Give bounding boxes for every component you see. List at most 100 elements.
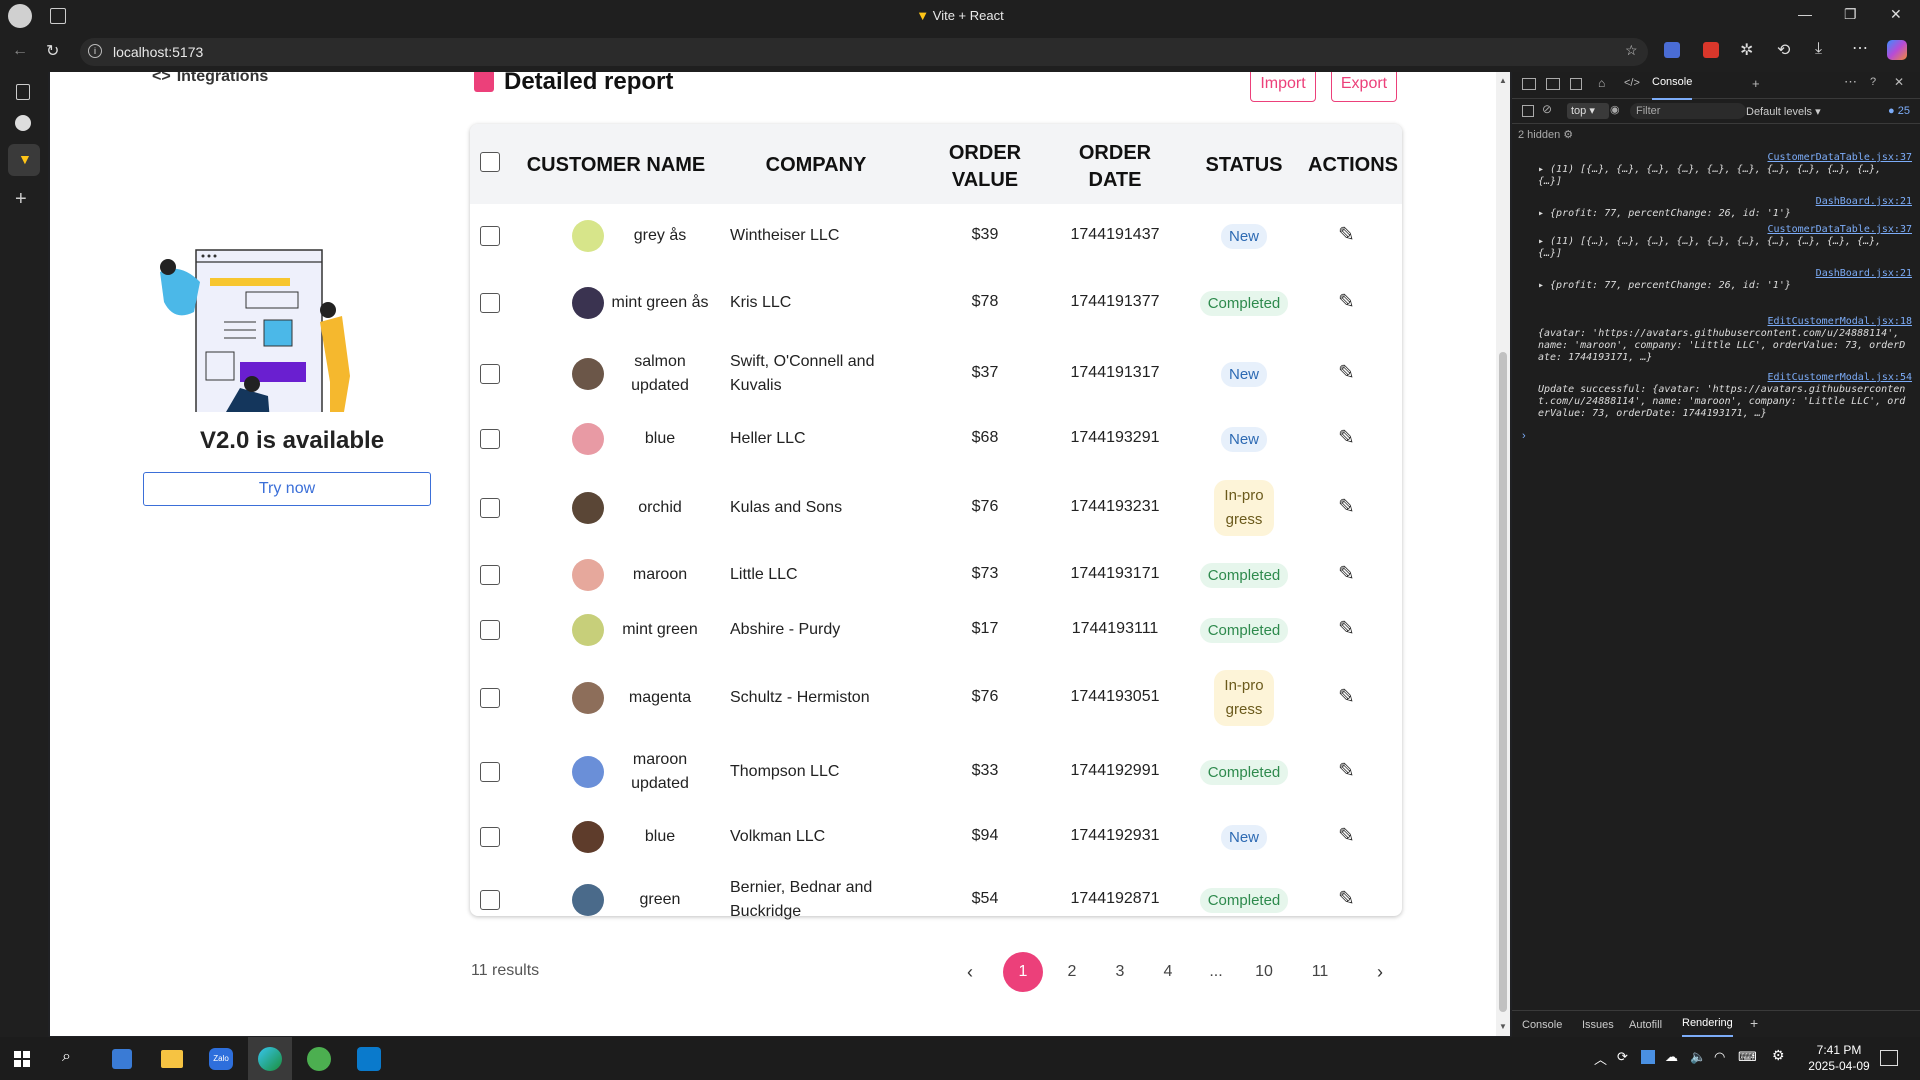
col-order-value[interactable]: ORDER VALUE bbox=[920, 140, 1050, 194]
import-button[interactable]: Import bbox=[1250, 72, 1316, 102]
edge-taskbar-item[interactable] bbox=[248, 1037, 292, 1080]
try-now-button[interactable]: Try now bbox=[143, 472, 431, 506]
log-source-link[interactable]: DashBoard.jsx:21 bbox=[1816, 268, 1912, 279]
clear-console-icon[interactable]: ⊘ bbox=[1542, 102, 1552, 116]
reload-icon[interactable]: ↻ bbox=[46, 41, 59, 61]
site-info-icon[interactable]: i bbox=[88, 44, 102, 58]
page-button[interactable]: 10 bbox=[1244, 952, 1284, 992]
help-icon[interactable]: ? bbox=[1870, 76, 1876, 88]
start-icon[interactable] bbox=[14, 1051, 30, 1067]
page-button[interactable]: 11 bbox=[1300, 952, 1340, 992]
row-checkbox[interactable] bbox=[480, 827, 500, 847]
back-icon[interactable]: ← bbox=[12, 42, 28, 60]
col-order-date[interactable]: ORDER DATE bbox=[1050, 140, 1180, 194]
log-message[interactable]: ▸ {profit: 77, percentChange: 26, id: '1… bbox=[1538, 208, 1908, 220]
tray-chevron-icon[interactable]: ︿ bbox=[1594, 1049, 1607, 1068]
select-all-checkbox[interactable] bbox=[480, 152, 500, 172]
row-checkbox[interactable] bbox=[480, 762, 500, 782]
issues-count-badge[interactable]: ● 25 bbox=[1888, 105, 1910, 117]
wifi-icon[interactable]: ◠ bbox=[1714, 1049, 1725, 1065]
app-green-icon[interactable] bbox=[307, 1047, 331, 1071]
clock[interactable]: 7:41 PM 2025-04-09 bbox=[1800, 1042, 1878, 1074]
edit-pencil-icon[interactable]: ✎ bbox=[1338, 616, 1355, 641]
log-source-link[interactable]: DashBoard.jsx:21 bbox=[1816, 196, 1912, 207]
page-button[interactable]: 1 bbox=[1003, 952, 1043, 992]
add-icon[interactable]: + bbox=[15, 188, 27, 211]
drawer-add-icon[interactable]: + bbox=[1750, 1015, 1758, 1031]
edit-pencil-icon[interactable]: ✎ bbox=[1338, 684, 1355, 709]
sidebar-toggle-icon[interactable] bbox=[1522, 105, 1534, 117]
scroll-down-icon[interactable]: ▼ bbox=[1499, 1022, 1507, 1031]
log-levels-select[interactable]: Default levels ▾ bbox=[1746, 105, 1821, 118]
tray-app-icon[interactable] bbox=[1641, 1050, 1655, 1064]
context-select[interactable]: top ▾ bbox=[1567, 103, 1609, 119]
row-checkbox[interactable] bbox=[480, 498, 500, 518]
edit-pencil-icon[interactable]: ✎ bbox=[1338, 561, 1355, 586]
edit-pencil-icon[interactable]: ✎ bbox=[1338, 289, 1355, 314]
dock-icon[interactable] bbox=[1570, 78, 1582, 90]
extensions-icon[interactable]: ✲ bbox=[1740, 40, 1753, 60]
col-actions[interactable]: ACTIONS bbox=[1298, 154, 1408, 177]
collections-icon[interactable] bbox=[16, 84, 30, 100]
row-checkbox[interactable] bbox=[480, 226, 500, 246]
more-menu-icon[interactable]: ⋯ bbox=[1852, 38, 1868, 58]
restore-icon[interactable]: ❐ bbox=[1844, 6, 1857, 23]
bookmark-star-icon[interactable]: ☆ bbox=[1625, 42, 1638, 59]
sidebar-app-vite[interactable]: ▼ bbox=[8, 144, 40, 176]
page-button[interactable]: 4 bbox=[1148, 952, 1188, 992]
row-checkbox[interactable] bbox=[480, 565, 500, 585]
file-explorer-icon[interactable] bbox=[161, 1050, 183, 1068]
volume-icon[interactable]: 🔈 bbox=[1690, 1049, 1706, 1065]
page-scrollbar[interactable]: ▲ ▼ bbox=[1496, 72, 1510, 1036]
elements-home-icon[interactable]: ⌂ bbox=[1598, 76, 1605, 90]
edit-pencil-icon[interactable]: ✎ bbox=[1338, 758, 1355, 783]
devtools-more-icon[interactable]: ⋯ bbox=[1844, 74, 1857, 90]
log-message[interactable]: ▸ {profit: 77, percentChange: 26, id: '1… bbox=[1538, 280, 1908, 292]
log-message[interactable]: Update successful: {avatar: 'https://ava… bbox=[1538, 384, 1908, 420]
page-button[interactable]: 3 bbox=[1100, 952, 1140, 992]
add-tab-icon[interactable]: + bbox=[1752, 76, 1760, 91]
edit-pencil-icon[interactable]: ✎ bbox=[1338, 222, 1355, 247]
row-checkbox[interactable] bbox=[480, 688, 500, 708]
store-icon[interactable] bbox=[112, 1049, 132, 1069]
minimize-icon[interactable]: — bbox=[1798, 6, 1812, 22]
github-icon[interactable] bbox=[15, 115, 31, 131]
col-status[interactable]: STATUS bbox=[1182, 154, 1306, 177]
extension-translate-icon[interactable] bbox=[1664, 42, 1680, 58]
log-message[interactable]: ▸ (11) [{…}, {…}, {…}, {…}, {…}, {…}, {…… bbox=[1538, 164, 1908, 188]
address-input[interactable]: i localhost:5173 ☆ bbox=[80, 38, 1648, 66]
row-checkbox[interactable] bbox=[480, 364, 500, 384]
search-icon[interactable]: ⌕ bbox=[62, 1048, 71, 1066]
edit-pencil-icon[interactable]: ✎ bbox=[1338, 360, 1355, 385]
edit-pencil-icon[interactable]: ✎ bbox=[1338, 425, 1355, 450]
next-page-icon[interactable]: › bbox=[1377, 962, 1383, 983]
zalo-icon[interactable]: Zalo bbox=[209, 1048, 233, 1070]
tray-sync-icon[interactable]: ⟳ bbox=[1617, 1049, 1628, 1065]
drawer-tab-issues[interactable]: Issues bbox=[1582, 1019, 1614, 1031]
tray-cloud-icon[interactable]: ☁ bbox=[1665, 1049, 1678, 1065]
log-source-link[interactable]: EditCustomerModal.jsx:54 bbox=[1768, 372, 1913, 383]
close-devtools-icon[interactable]: ✕ bbox=[1894, 75, 1904, 89]
row-checkbox[interactable] bbox=[480, 620, 500, 640]
col-customer-name[interactable]: CUSTOMER NAME bbox=[520, 154, 712, 177]
row-checkbox[interactable] bbox=[480, 890, 500, 910]
keyboard-icon[interactable]: ⌨ bbox=[1738, 1049, 1757, 1065]
tab-console[interactable]: Console bbox=[1652, 76, 1693, 100]
edit-pencil-icon[interactable]: ✎ bbox=[1338, 886, 1355, 911]
row-checkbox[interactable] bbox=[480, 429, 500, 449]
drawer-tab-console[interactable]: Console bbox=[1522, 1019, 1562, 1031]
vscode-icon[interactable] bbox=[357, 1047, 381, 1071]
edit-pencil-icon[interactable]: ✎ bbox=[1338, 823, 1355, 848]
row-checkbox[interactable] bbox=[480, 293, 500, 313]
extension-red-icon[interactable] bbox=[1703, 42, 1719, 58]
download-icon[interactable]: ⤓ bbox=[1815, 40, 1822, 58]
prev-page-icon[interactable]: ‹ bbox=[967, 962, 973, 983]
page-button[interactable]: 2 bbox=[1052, 952, 1092, 992]
device-toolbar-icon[interactable] bbox=[1546, 78, 1560, 90]
log-source-link[interactable]: CustomerDataTable.jsx:37 bbox=[1768, 224, 1913, 235]
edit-pencil-icon[interactable]: ✎ bbox=[1338, 494, 1355, 519]
console-prompt-icon[interactable]: › bbox=[1522, 430, 1526, 442]
history-icon[interactable]: ⟲ bbox=[1777, 40, 1790, 60]
drawer-tab-rendering[interactable]: Rendering bbox=[1682, 1017, 1733, 1037]
close-window-icon[interactable]: ✕ bbox=[1890, 6, 1902, 23]
